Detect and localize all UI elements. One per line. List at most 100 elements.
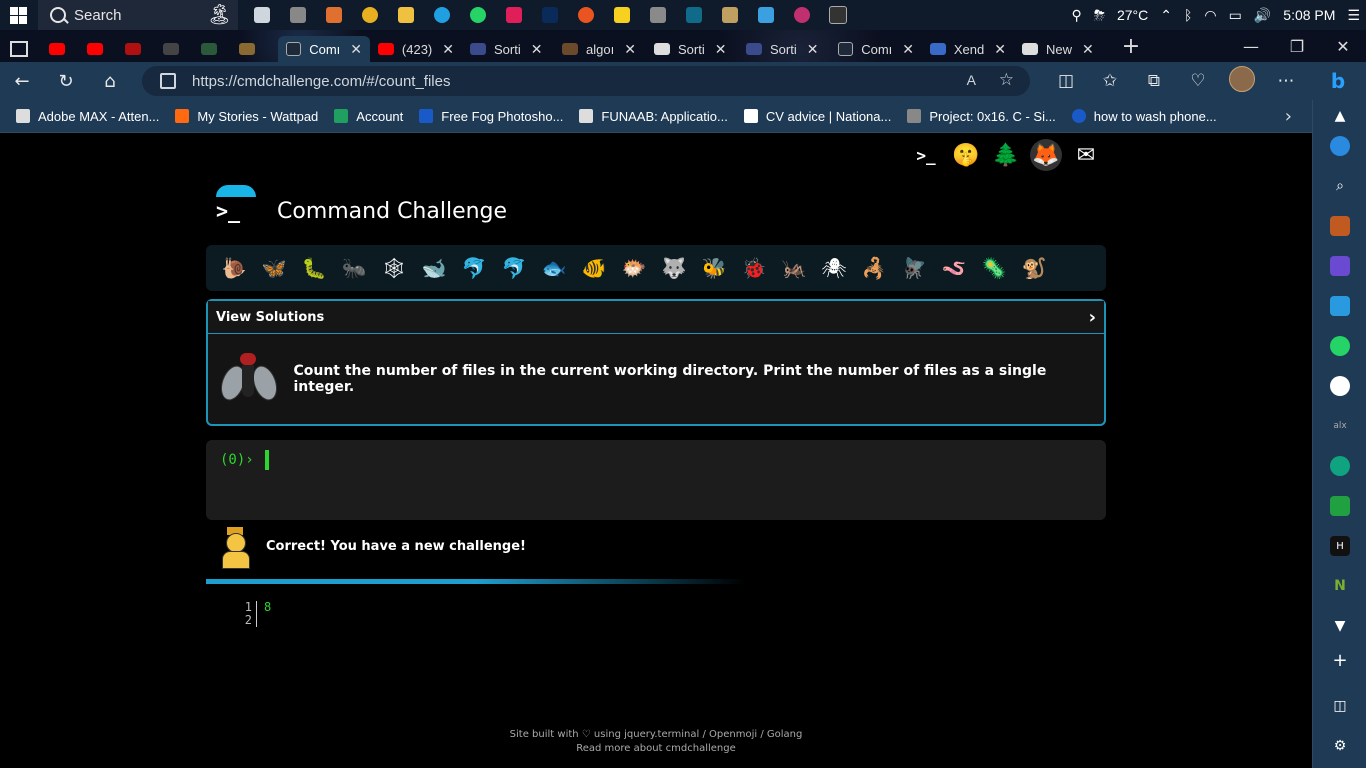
tools-icon[interactable] xyxy=(1330,216,1350,236)
close-icon[interactable]: ✕ xyxy=(624,41,636,58)
site-logo[interactable]: >_ xyxy=(214,185,258,229)
whatsapp-icon[interactable] xyxy=(460,0,496,30)
tab-pinned-4[interactable] xyxy=(152,36,190,62)
bookmark-item[interactable]: My Stories - Wattpad xyxy=(175,109,318,124)
cricket-icon[interactable]: 🦗 xyxy=(774,256,814,280)
terminal-icon[interactable]: >_ xyxy=(906,137,946,173)
profile-button[interactable] xyxy=(1220,65,1264,97)
tab-sorting-1[interactable]: Sorti ✕ xyxy=(462,36,554,62)
new-tab-button[interactable]: + xyxy=(1116,34,1146,59)
restore-icon[interactable]: ❐ xyxy=(1274,37,1320,56)
split-screen-icon[interactable]: ◫ xyxy=(1044,71,1088,91)
bell-icon[interactable] xyxy=(1330,136,1350,156)
github-icon[interactable] xyxy=(1330,376,1350,396)
hint-icon[interactable]: 🤫 xyxy=(946,137,986,173)
tab-new[interactable]: New ✕ xyxy=(1014,36,1106,62)
whale-icon[interactable]: 🐋 xyxy=(414,256,454,280)
mail-icon[interactable]: ✉ xyxy=(1066,137,1106,173)
ant-icon[interactable]: 🐜 xyxy=(334,256,374,280)
home-button[interactable]: ⌂ xyxy=(88,71,132,92)
battery-icon[interactable]: ▭ xyxy=(1229,7,1242,24)
close-icon[interactable]: ✕ xyxy=(442,41,454,58)
tab-algo[interactable]: algoı ✕ xyxy=(554,36,646,62)
cmd-icon[interactable] xyxy=(820,0,856,30)
view-solutions-header[interactable]: View Solutions › xyxy=(208,301,1104,334)
wifi-icon[interactable]: ◠ xyxy=(1204,7,1216,24)
chevron-right-icon[interactable]: › xyxy=(1285,106,1292,127)
bing-copilot-icon[interactable]: b xyxy=(1318,64,1358,98)
fish-icon[interactable]: 🐟 xyxy=(534,256,574,280)
tab-pinned-6[interactable] xyxy=(228,36,266,62)
bookmark-item[interactable]: how to wash phone... xyxy=(1071,109,1217,124)
tab-pinned-3[interactable] xyxy=(114,36,152,62)
word-icon[interactable] xyxy=(316,0,352,30)
view-solutions-label[interactable]: View Solutions xyxy=(216,310,324,325)
add-icon[interactable]: + xyxy=(1330,650,1350,671)
worm-icon[interactable]: 🪱 xyxy=(934,256,974,280)
read-aloud-icon[interactable]: A xyxy=(967,72,976,88)
tab-command-challenge[interactable]: Comı ✕ xyxy=(278,36,370,62)
spider-icon[interactable]: 🕷 xyxy=(814,256,854,280)
bookmark-item[interactable]: Project: 0x16. C - Si... xyxy=(907,109,1056,124)
gear-icon[interactable]: ⚙ xyxy=(1330,736,1350,756)
bookmark-item[interactable]: FUNAAB: Applicatio... xyxy=(579,109,728,124)
n-icon[interactable]: N xyxy=(1330,576,1350,596)
start-button[interactable] xyxy=(0,0,36,30)
bookmark-item[interactable]: Adobe MAX - Atten... xyxy=(16,109,159,124)
chevron-up-icon[interactable]: ⌃ xyxy=(1160,7,1172,24)
tab-xend[interactable]: Xend ✕ xyxy=(922,36,1014,62)
bluetooth-icon[interactable]: ᛒ xyxy=(1184,7,1192,23)
alx-icon[interactable]: alx xyxy=(1330,416,1350,436)
address-bar[interactable]: https://cmdchallenge.com/#/count_files A… xyxy=(142,66,1030,96)
butterfly-icon[interactable]: 🦋 xyxy=(254,256,294,280)
tropical-fish-icon[interactable]: 🐠 xyxy=(574,256,614,280)
tab-command-2[interactable]: Comı ✕ xyxy=(830,36,922,62)
minimize-icon[interactable]: — xyxy=(1228,37,1274,56)
weather-icon[interactable]: ⛈ xyxy=(1094,7,1105,24)
more-menu-icon[interactable]: ⋯ xyxy=(1264,71,1308,91)
close-window-icon[interactable]: ✕ xyxy=(1320,37,1366,56)
people-icon[interactable]: ⚲ xyxy=(1072,7,1082,24)
tab-pinned-1[interactable] xyxy=(38,36,76,62)
monkey-icon[interactable]: 🐒 xyxy=(1014,256,1054,280)
hackerrank-icon[interactable]: H xyxy=(1330,536,1350,556)
refresh-button[interactable]: ↻ xyxy=(44,71,88,92)
volume-icon[interactable]: 🔊 xyxy=(1254,7,1271,24)
close-icon[interactable]: ✕ xyxy=(902,41,914,58)
microbe-icon[interactable]: 🦠 xyxy=(974,256,1014,280)
chrome-icon[interactable] xyxy=(352,0,388,30)
dolphin-icon[interactable]: 🐬 xyxy=(454,256,494,280)
tab-pinned-2[interactable] xyxy=(76,36,114,62)
bookmark-item[interactable]: CV advice | Nationa... xyxy=(743,109,891,124)
chevron-down-icon[interactable]: ▼ xyxy=(1330,616,1350,636)
edge-icon[interactable] xyxy=(424,0,460,30)
search-icon[interactable]: ⌕ xyxy=(1330,176,1350,196)
tab-youtube[interactable]: (423) ✕ xyxy=(370,36,462,62)
photoshop-icon[interactable] xyxy=(532,0,568,30)
ladybug-icon[interactable]: 🐞 xyxy=(734,256,774,280)
tab-sorting-wiki[interactable]: Sorti ✕ xyxy=(646,36,738,62)
favorites-icon[interactable]: ✩ xyxy=(1088,71,1132,91)
slack-icon[interactable] xyxy=(496,0,532,30)
chevron-right-icon[interactable]: › xyxy=(1089,307,1096,328)
close-icon[interactable]: ✕ xyxy=(994,41,1006,58)
close-icon[interactable]: ✕ xyxy=(807,41,819,58)
whatsapp-icon[interactable] xyxy=(1330,336,1350,356)
tab-pinned-5[interactable] xyxy=(190,36,228,62)
close-icon[interactable]: ✕ xyxy=(350,41,362,58)
bee-icon[interactable]: 🐝 xyxy=(694,256,734,280)
favorite-star-icon[interactable]: ☆ xyxy=(999,70,1014,90)
collections-icon[interactable]: ⧉ xyxy=(1132,71,1176,91)
address-url[interactable]: https://cmdchallenge.com/#/count_files xyxy=(192,73,450,90)
sidebar-toggle-icon[interactable]: ◫ xyxy=(1330,696,1350,716)
close-icon[interactable]: ✕ xyxy=(1082,41,1094,58)
close-icon[interactable]: ✕ xyxy=(715,41,727,58)
tab-actions-button[interactable] xyxy=(0,36,38,62)
scorpion-icon[interactable]: 🦂 xyxy=(854,256,894,280)
footer-read-more-link[interactable]: Read more about cmdchallenge xyxy=(0,742,1312,756)
fly-icon[interactable]: 🪰 xyxy=(894,256,934,280)
spider-web-icon[interactable]: 🕸 xyxy=(374,256,414,280)
paint-icon[interactable] xyxy=(712,0,748,30)
send-icon[interactable] xyxy=(1330,296,1350,316)
bookmark-item[interactable]: Free Fog Photosho... xyxy=(419,109,563,124)
